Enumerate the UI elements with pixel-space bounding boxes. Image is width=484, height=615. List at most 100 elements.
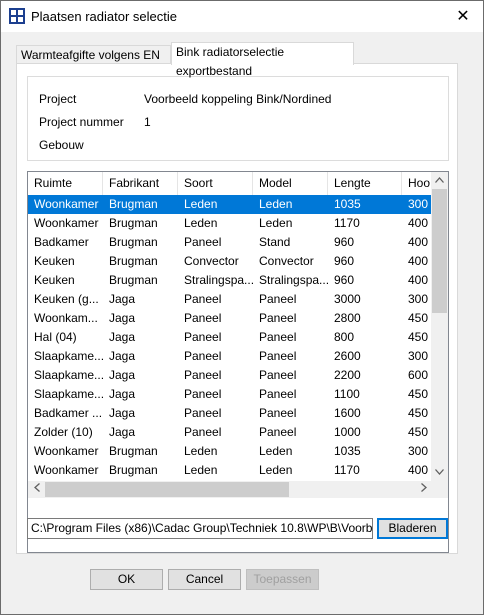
- table-cell-hoogte: 400: [408, 273, 429, 287]
- column-header-ruimte[interactable]: Ruimte: [28, 172, 103, 195]
- table-cell-ruimte: Keuken: [34, 254, 75, 268]
- table-row[interactable]: Badkamer ... Jaga Paneel Paneel 1600 450: [28, 404, 432, 423]
- table-cell-lengte: 1100: [334, 387, 360, 401]
- export-path-value: C:\Program Files (x86)\Cadac Group\Techn…: [31, 521, 373, 535]
- table-cell-soort: Convector: [184, 254, 239, 268]
- table-row[interactable]: Woonkamer Brugman Leden Leden 1035 300: [28, 195, 432, 214]
- table-cell-lengte: 2600: [334, 349, 361, 363]
- chevron-down-icon[interactable]: [431, 464, 448, 481]
- horizontal-scroll-thumb[interactable]: [45, 482, 289, 497]
- column-header-model[interactable]: Model: [253, 172, 328, 195]
- list-rows: Woonkamer Brugman Leden Leden 1035 300 Woonkam…: [28, 195, 432, 481]
- table-cell-soort: Leden: [184, 444, 218, 458]
- table-cell-soort: Paneel: [184, 387, 222, 401]
- table-cell-model: Paneel: [259, 311, 297, 325]
- table-cell-hoogte: 300: [408, 349, 429, 363]
- table-row[interactable]: Hal (04) Jaga Paneel Paneel 800 450: [28, 328, 432, 347]
- table-cell-fabrikant: Brugman: [109, 235, 158, 249]
- table-cell-lengte: 1035: [334, 444, 361, 458]
- ok-button[interactable]: OK: [90, 569, 163, 590]
- table-cell-lengte: 800: [334, 330, 355, 344]
- table-row[interactable]: Woonkamer Brugman Leden Leden 1170 400: [28, 214, 432, 233]
- table-cell-model: Paneel: [259, 330, 297, 344]
- column-header-fabrikant[interactable]: Fabrikant: [103, 172, 178, 195]
- table-cell-soort: Paneel: [184, 292, 222, 306]
- project-number-label: Project nummer: [39, 115, 124, 129]
- table-cell-lengte: 960: [334, 254, 355, 268]
- table-cell-lengte: 960: [334, 235, 355, 249]
- list-header: Ruimte Fabrikant Soort Model Lengte Hoo: [28, 172, 432, 196]
- table-cell-model: Paneel: [259, 387, 297, 401]
- table-cell-hoogte: 300: [408, 197, 429, 211]
- table-cell-model: Paneel: [259, 368, 297, 382]
- table-cell-hoogte: 450: [408, 311, 429, 325]
- table-row[interactable]: Badkamer Brugman Paneel Stand 960 400: [28, 233, 432, 252]
- table-cell-model: Paneel: [259, 292, 297, 306]
- chevron-right-icon[interactable]: [415, 481, 432, 498]
- table-cell-lengte: 1000: [334, 425, 361, 439]
- table-cell-lengte: 2800: [334, 311, 361, 325]
- building-label: Gebouw: [39, 138, 84, 152]
- table-row[interactable]: Keuken Brugman Convector Convector 960 400: [28, 252, 432, 271]
- tab-bink-export[interactable]: Bink radiatorselectie exportbestand: [171, 42, 354, 78]
- table-cell-ruimte: Badkamer: [34, 235, 89, 249]
- horizontal-scrollbar[interactable]: [28, 481, 432, 498]
- table-row[interactable]: Woonkamer Brugman Leden Leden 1170 400: [28, 461, 432, 480]
- table-cell-ruimte: Woonkam...: [34, 311, 98, 325]
- tab-warmteafgifte[interactable]: Warmteafgifte volgens EN 442: [16, 45, 171, 81]
- table-cell-model: Leden: [259, 463, 293, 477]
- table-cell-hoogte: 600: [408, 368, 429, 382]
- close-button[interactable]: ✕: [443, 1, 483, 32]
- table-cell-model: Convector: [259, 254, 314, 268]
- browse-button[interactable]: Bladeren: [377, 518, 448, 539]
- table-cell-ruimte: Woonkamer: [34, 463, 99, 477]
- table-cell-fabrikant: Jaga: [109, 311, 136, 325]
- table-row[interactable]: Slaapkame... Jaga Paneel Paneel 2600 300: [28, 347, 432, 366]
- table-cell-fabrikant: Brugman: [109, 463, 158, 477]
- table-cell-soort: Paneel: [184, 368, 222, 382]
- table-cell-model: Leden: [259, 444, 293, 458]
- radiator-list[interactable]: Ruimte Fabrikant Soort Model Lengte Hoo Woonk…: [27, 171, 449, 553]
- table-cell-soort: Paneel: [184, 311, 222, 325]
- table-row[interactable]: Woonkam... Jaga Paneel Paneel 2800 450: [28, 309, 432, 328]
- table-row[interactable]: Keuken (g... Jaga Paneel Paneel 3000 300: [28, 290, 432, 309]
- table-cell-ruimte: Slaapkame...: [34, 368, 103, 382]
- table-row[interactable]: Slaapkame... Jaga Paneel Paneel 2200 600: [28, 366, 432, 385]
- chevron-left-icon[interactable]: [28, 481, 45, 498]
- table-cell-lengte: 1170: [334, 216, 360, 230]
- table-cell-hoogte: 300: [408, 444, 429, 458]
- table-row[interactable]: Woonkamer Brugman Leden Leden 1035 300: [28, 442, 432, 461]
- browse-button-label: Bladeren: [388, 521, 437, 535]
- table-cell-fabrikant: Brugman: [109, 197, 158, 211]
- table-row[interactable]: Keuken Brugman Stralingspa... Stralingspa..…: [28, 271, 432, 290]
- table-cell-model: Leden: [259, 216, 293, 230]
- table-cell-fabrikant: Jaga: [109, 425, 136, 439]
- table-cell-lengte: 2200: [334, 368, 361, 382]
- table-cell-hoogte: 450: [408, 330, 429, 344]
- vertical-scroll-thumb[interactable]: [432, 189, 447, 313]
- column-header-lengte[interactable]: Lengte: [328, 172, 402, 195]
- table-row[interactable]: Slaapkame... Jaga Paneel Paneel 1100 450: [28, 385, 432, 404]
- table-cell-model: Stralingspa...: [259, 273, 328, 287]
- column-header-hoogte[interactable]: Hoo: [402, 172, 432, 195]
- table-cell-hoogte: 450: [408, 406, 429, 420]
- table-cell-fabrikant: Brugman: [109, 273, 158, 287]
- tab-panel: Project Voorbeeld koppeling Bink/Nordine…: [16, 63, 458, 554]
- chevron-up-icon[interactable]: [431, 172, 448, 189]
- title-bar[interactable]: Plaatsen radiator selectie ✕: [1, 1, 483, 32]
- vertical-scrollbar[interactable]: [431, 172, 448, 481]
- project-number-value: 1: [144, 115, 151, 129]
- export-path-field[interactable]: C:\Program Files (x86)\Cadac Group\Techn…: [27, 518, 373, 539]
- table-cell-soort: Paneel: [184, 406, 222, 420]
- cancel-button[interactable]: Cancel: [168, 569, 241, 590]
- table-cell-soort: Stralingspa...: [184, 273, 253, 287]
- table-cell-lengte: 960: [334, 273, 355, 287]
- column-header-soort[interactable]: Soort: [178, 172, 253, 195]
- table-row[interactable]: Zolder (10) Jaga Paneel Paneel 1000 450: [28, 423, 432, 442]
- table-cell-ruimte: Zolder (10): [34, 425, 93, 439]
- table-cell-fabrikant: Jaga: [109, 368, 136, 382]
- table-cell-fabrikant: Jaga: [109, 292, 136, 306]
- table-cell-hoogte: 400: [408, 235, 429, 249]
- apply-button[interactable]: Toepassen: [246, 569, 319, 590]
- table-cell-soort: Paneel: [184, 425, 222, 439]
